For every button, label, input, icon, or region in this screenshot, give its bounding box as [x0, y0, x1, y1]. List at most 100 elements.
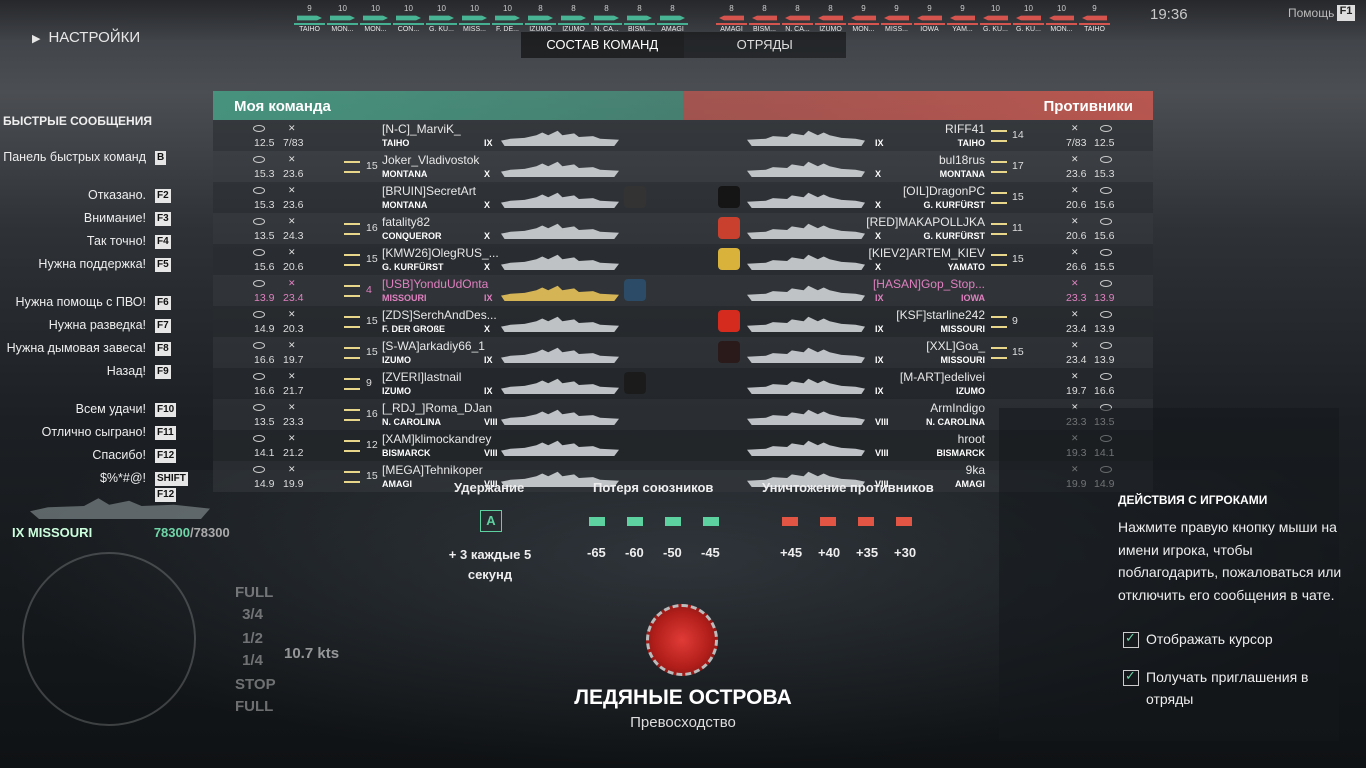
enemy-player-name[interactable]: hroot [958, 432, 985, 446]
ship-silhouette-icon [501, 161, 619, 177]
player-stat-b: 23.6 [283, 199, 304, 211]
health-bar [459, 23, 490, 25]
ship-tier: VIII [875, 417, 889, 427]
quick-message-item[interactable]: Спасибо! [92, 448, 146, 462]
ship-class-icon [1082, 15, 1107, 21]
quick-message-item[interactable]: Нужна помощь с ПВО! [16, 295, 146, 309]
my-player-name[interactable]: [XAM]klimockandrey [382, 432, 491, 446]
ship-tier: 8 [795, 4, 800, 13]
my-player-name[interactable]: [KMW26]OlegRUS_... [382, 246, 499, 260]
ship-silhouette-icon [501, 285, 619, 301]
quick-message-item[interactable]: Назад! [107, 364, 146, 378]
health-bar [294, 23, 325, 25]
quick-message-item[interactable]: Нужна разведка! [49, 318, 146, 332]
ship-silhouette-icon [747, 347, 865, 363]
hotkey-badge: F7 [155, 319, 171, 333]
my-player-name[interactable]: [S-WA]arkadiy66_1 [382, 339, 485, 353]
enemy-player-name[interactable]: bul18rus [939, 153, 985, 167]
ally-ribbon-ship: 10 CON... [393, 4, 424, 36]
ship-tier: 9 [861, 4, 866, 13]
ship-tier: IX [484, 355, 493, 365]
ship-class-icon [363, 15, 388, 21]
hotkey-badge: F8 [155, 342, 171, 356]
my-player-name[interactable]: [ZVERI]lastnail [382, 370, 461, 384]
my-team-header: Моя команда [213, 91, 683, 120]
my-player-name[interactable]: fatality82 [382, 215, 430, 229]
rank-icon [991, 223, 1007, 235]
my-player-name[interactable]: [USB]YonduUdOnta [382, 277, 488, 291]
accept-invites-checkbox[interactable] [1123, 668, 1139, 686]
stat-icon: ✕ [1071, 154, 1079, 164]
enemy-player-name[interactable]: ArmIndigo [930, 401, 985, 415]
health-bar [749, 23, 780, 25]
player-stat-a: 14.9 [254, 478, 275, 490]
enemy-player-name[interactable]: [M-ART]edelivei [900, 370, 985, 384]
quick-message-item[interactable]: Отлично сыграно! [42, 425, 146, 439]
my-player-name[interactable]: [N-C]_MarviK_ [382, 122, 461, 136]
ship-tier: X [484, 262, 491, 272]
enemy-ribbon-ship: 10 MON... [1046, 4, 1077, 36]
ship-class-icon [851, 15, 876, 21]
eye-icon [253, 249, 265, 256]
enemy-player-name[interactable]: RIFF41 [945, 122, 985, 136]
player-stat-b: 21.2 [283, 447, 304, 459]
eye-icon [253, 156, 265, 163]
ship-class-icon [884, 15, 909, 21]
quick-message-item[interactable]: Так точно! [87, 234, 146, 248]
my-player-name[interactable]: [_RDJ_]Roma_DJan [382, 401, 492, 415]
ship-tier: 8 [762, 4, 767, 13]
my-player-name[interactable]: [MEGA]Tehnikoper [382, 463, 483, 477]
stat-icon: ✕ [288, 309, 296, 319]
show-cursor-checkbox[interactable] [1123, 630, 1139, 648]
quick-message-item[interactable]: Отказано. [88, 188, 146, 202]
enemy-player-name[interactable]: [XXL]Goa_ [926, 339, 985, 353]
stat-icon: ✕ [288, 402, 296, 412]
my-player-name[interactable]: [BRUIN]SecretArt [382, 184, 476, 198]
quick-message-item[interactable]: Внимание! [84, 211, 146, 225]
quick-message-item[interactable]: Нужна поддержка! [38, 257, 146, 271]
health-bar [558, 23, 589, 25]
enemy-ribbon-ship: 10 G. KU... [1013, 4, 1044, 36]
ship-silhouette-icon [501, 223, 619, 239]
rank-icon [991, 254, 1007, 266]
player-rank: 14 [1012, 129, 1024, 141]
enemy-player-name[interactable]: [KSF]starline242 [896, 308, 985, 322]
settings-label: НАСТРОЙКИ [48, 29, 141, 46]
tab-divisions[interactable]: ОТРЯДЫ [683, 32, 846, 58]
quick-message-item[interactable]: Панель быстрых команд [3, 150, 146, 164]
enemy-player-name[interactable]: [HASAN]Gop_Stop... [873, 277, 985, 291]
my-player-name[interactable]: [ZDS]SerchAndDes... [382, 308, 497, 322]
eye-icon [1100, 187, 1112, 194]
enemy-player-name[interactable]: [OIL]DragonPC [903, 184, 985, 198]
ship-name: MONTANA [382, 169, 428, 179]
ship-class-icon [660, 15, 685, 21]
eye-icon [253, 404, 265, 411]
enemy-player-name[interactable]: [KIEV2]ARTEM_KIEV [869, 246, 986, 260]
ship-tier: IX [875, 355, 884, 365]
player-stat-b: 19.9 [283, 478, 304, 490]
enemy-player-name[interactable]: 9ka [966, 463, 985, 477]
player-stat-b: 23.3 [1066, 292, 1087, 304]
player-stat-a: 16.6 [254, 385, 275, 397]
quick-message-item[interactable]: Всем удачи! [76, 402, 146, 416]
rank-icon [344, 347, 360, 359]
quick-message-item[interactable]: Нужна дымовая завеса! [7, 341, 146, 355]
throttle-step: 3/4 [242, 606, 263, 623]
ship-name: TAIHO [382, 138, 410, 148]
player-stat-b: 20.6 [1066, 230, 1087, 242]
clan-emblem-icon [718, 217, 740, 239]
ship-tier: 9 [894, 4, 899, 13]
superiority-mode-emblem [646, 604, 718, 676]
enemy-player-name[interactable]: [RED]MAKAPOLLJKA [866, 215, 985, 229]
stat-icon: ✕ [1071, 278, 1079, 288]
help-key[interactable]: F1 [1337, 5, 1355, 21]
health-bar [881, 23, 912, 25]
settings-button[interactable]: ▶ НАСТРОЙКИ [32, 29, 140, 46]
ally-ship-class-icon [665, 517, 681, 526]
help-label[interactable]: Помощь [1288, 6, 1334, 20]
my-player-name[interactable]: Joker_Vladivostok [382, 153, 479, 167]
tab-teams[interactable]: СОСТАВ КОМАНД [521, 32, 684, 58]
quick-message-item[interactable]: $%*#@! [100, 471, 146, 485]
ship-tier: X [484, 324, 491, 334]
player-stat-b: 19.7 [1066, 385, 1087, 397]
